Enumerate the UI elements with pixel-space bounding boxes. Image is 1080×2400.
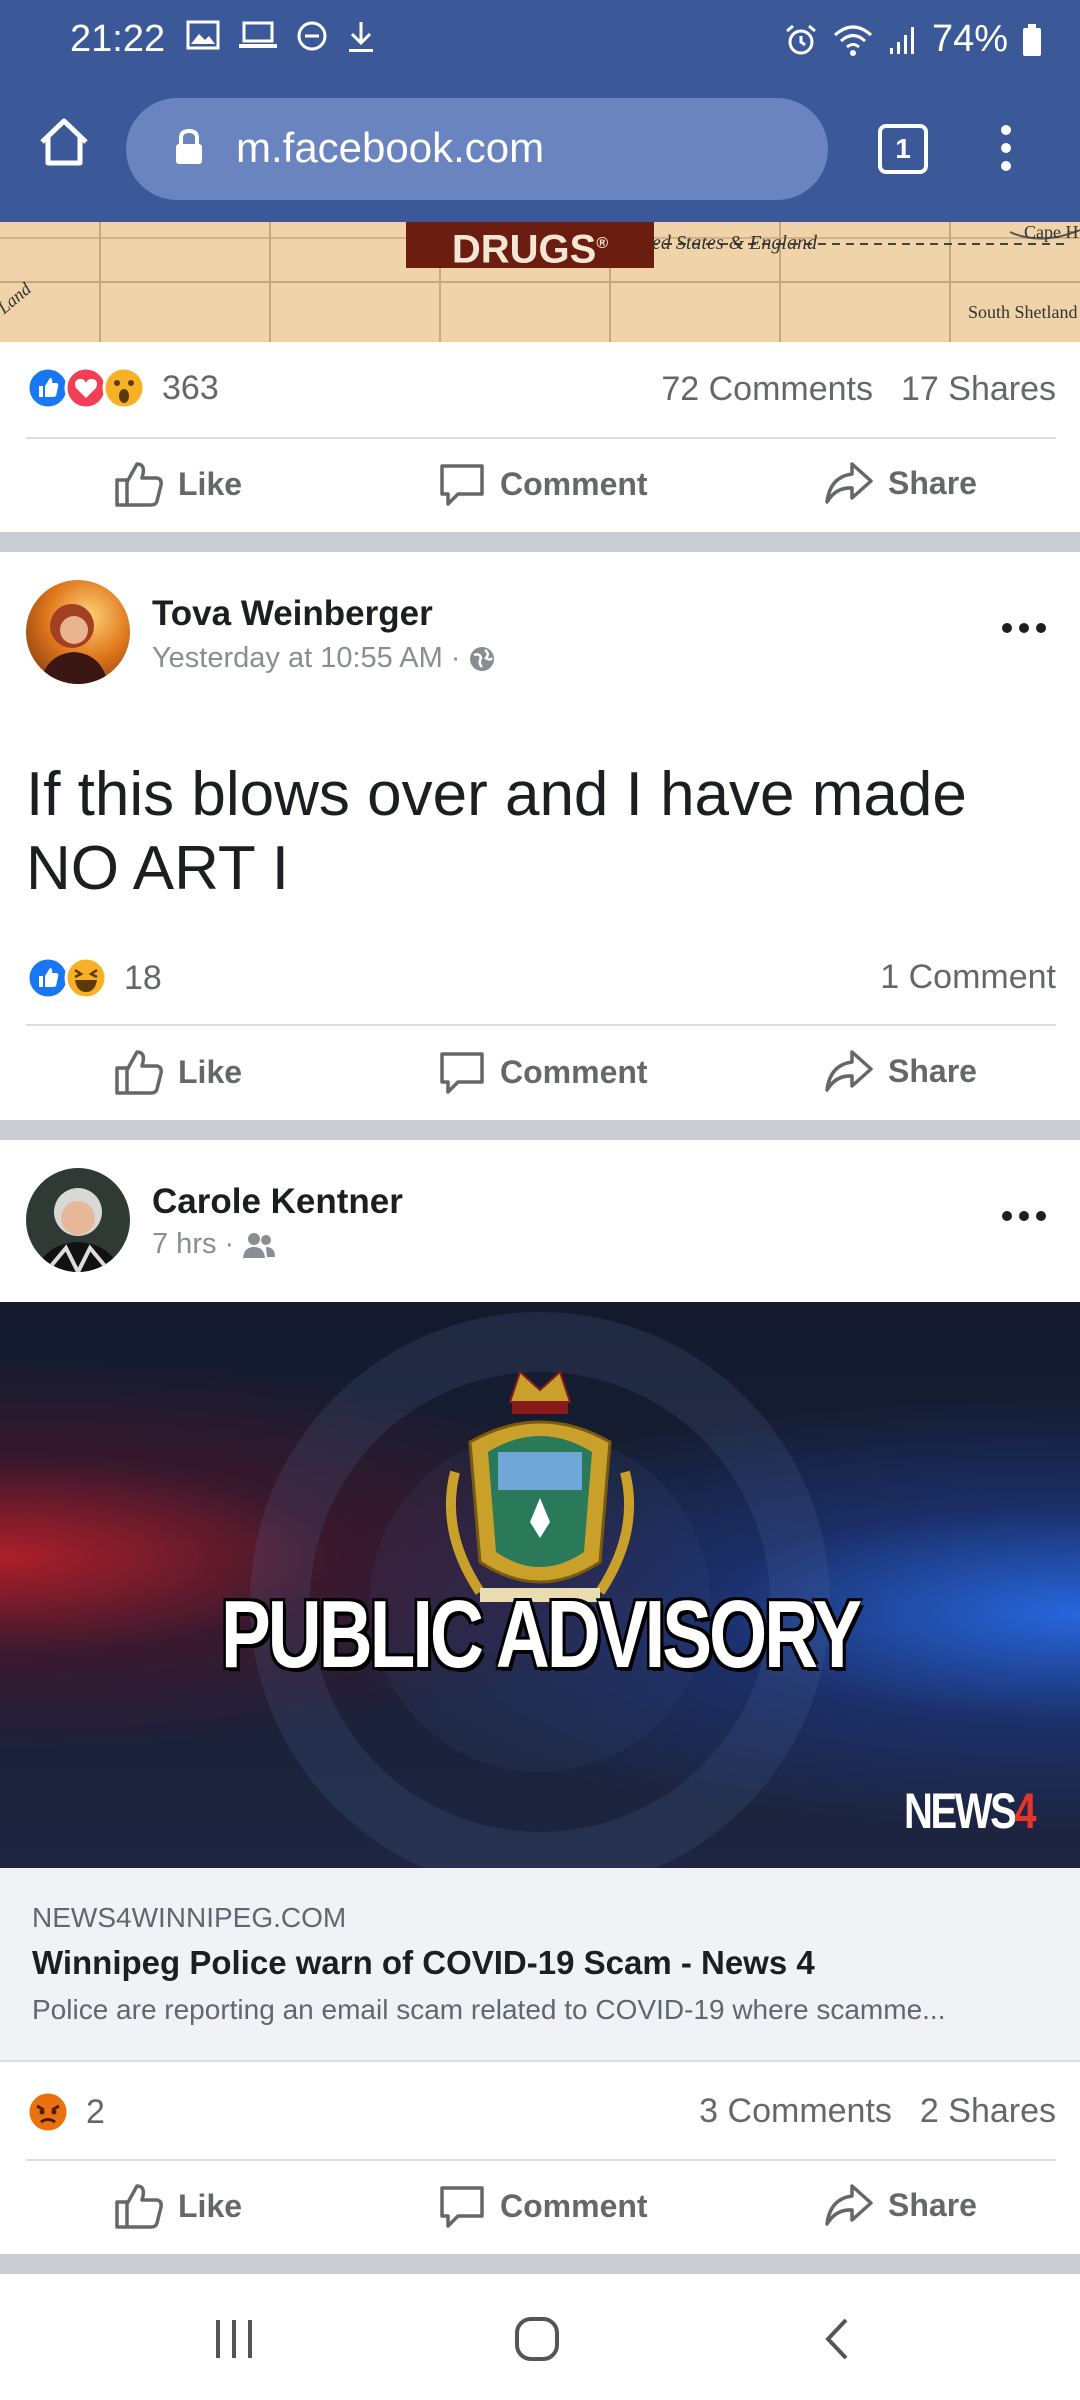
comment-icon xyxy=(440,1052,484,1094)
comments-count[interactable]: 3 Comments xyxy=(699,2092,892,2131)
tabs-icon[interactable]: 1 xyxy=(878,124,928,174)
wifi-icon xyxy=(833,25,872,56)
friends-icon xyxy=(243,1232,276,1258)
comments-count[interactable]: 1 Comment xyxy=(880,958,1056,997)
status-time: 21:22 xyxy=(70,18,166,60)
share-label: Share xyxy=(888,464,977,501)
url-text[interactable]: m.facebook.com xyxy=(236,124,544,172)
reaction-count: 2 xyxy=(86,2092,105,2131)
more-icon[interactable] xyxy=(1000,600,1048,645)
angry-reaction-icon xyxy=(26,2090,70,2134)
lock-icon xyxy=(176,128,202,164)
avatar[interactable] xyxy=(26,580,130,684)
comment-button[interactable]: Comment xyxy=(438,460,648,508)
post-meta[interactable]: 7 hrs · xyxy=(152,1228,276,1261)
divider xyxy=(26,2159,1056,2161)
post-separator xyxy=(0,1120,1080,1140)
share-button[interactable]: Share xyxy=(824,1048,977,1094)
post1-reactions[interactable]: 363 xyxy=(26,366,219,410)
status-icons-left xyxy=(186,20,376,54)
wow-reaction-icon xyxy=(102,366,146,410)
dnd-icon xyxy=(297,21,327,51)
map-text-states: ed States & England xyxy=(652,232,817,254)
battery-icon xyxy=(1023,23,1041,56)
back-icon[interactable] xyxy=(822,2316,852,2362)
post-time[interactable]: Yesterday at 10:55 AM · xyxy=(152,642,460,675)
post-text: If this blows over and I have made NO AR… xyxy=(26,760,967,903)
image-headline: PUBLIC ADVISORY xyxy=(220,1581,862,1688)
alarm-icon xyxy=(785,24,816,54)
shares-count[interactable]: 2 Shares xyxy=(920,2092,1056,2131)
like-button[interactable]: Like xyxy=(114,1048,242,1096)
like-icon xyxy=(115,462,163,507)
post1-image[interactable]: DRUGS® ed States & England Cape H South … xyxy=(0,222,1080,342)
share-icon xyxy=(825,1050,873,1092)
signal-icon xyxy=(889,26,914,54)
home-nav-icon[interactable] xyxy=(514,2316,560,2362)
more-icon[interactable] xyxy=(1000,1188,1048,1233)
like-label: Like xyxy=(178,465,243,502)
map-text-south: South Shetland xyxy=(968,302,1078,322)
home-icon[interactable] xyxy=(38,116,90,168)
divider xyxy=(26,437,1056,439)
like-button[interactable]: Like xyxy=(114,460,242,508)
laptop-icon xyxy=(239,21,277,48)
like-label: Like xyxy=(178,2187,243,2224)
comment-icon xyxy=(440,2186,484,2228)
reaction-count: 363 xyxy=(162,368,219,407)
comments-count[interactable]: 72 Comments xyxy=(661,370,873,409)
like-label: Like xyxy=(178,1053,243,1090)
news4-logo: NEWS4 xyxy=(904,1783,1037,1839)
like-button[interactable]: Like xyxy=(114,2182,242,2230)
post3-reactions[interactable]: 2 xyxy=(26,2090,105,2134)
map-text-cape: Cape H xyxy=(1024,222,1079,242)
image-icon xyxy=(186,20,220,50)
globe-icon xyxy=(470,646,495,671)
kebab-icon[interactable] xyxy=(998,124,1014,172)
comment-button[interactable]: Comment xyxy=(438,2182,648,2230)
author-name[interactable]: Tova Weinberger xyxy=(152,594,433,634)
link-domain: NEWS4WINNIPEG.COM xyxy=(32,1902,347,1933)
recents-icon[interactable] xyxy=(212,2318,256,2360)
post1-stats[interactable]: 72 Comments 17 Shares xyxy=(661,370,1056,409)
comment-button[interactable]: Comment xyxy=(438,1048,648,1096)
comment-icon xyxy=(440,464,484,506)
avatar-person xyxy=(40,604,108,684)
divider xyxy=(0,2060,1080,2062)
share-button[interactable]: Share xyxy=(824,2182,977,2228)
status-right: 74% xyxy=(784,18,1042,61)
share-icon xyxy=(825,2184,873,2226)
shares-count[interactable]: 17 Shares xyxy=(901,370,1056,409)
divider xyxy=(26,1024,1056,1026)
reaction-count: 18 xyxy=(124,958,162,997)
like-icon xyxy=(115,2184,163,2229)
comment-label: Comment xyxy=(500,465,648,502)
avatar[interactable] xyxy=(26,1168,130,1272)
link-title[interactable]: Winnipeg Police warn of COVID-19 Scam - … xyxy=(32,1944,815,1982)
link-description: Police are reporting an email scam relat… xyxy=(32,1994,946,2025)
comment-label: Comment xyxy=(500,2187,648,2224)
link-image[interactable]: PUBLIC ADVISORY NEWS4 xyxy=(0,1302,1080,1868)
post-separator xyxy=(0,532,1080,552)
share-button[interactable]: Share xyxy=(824,460,977,506)
share-icon xyxy=(825,462,873,504)
post-time[interactable]: 7 hrs · xyxy=(152,1228,234,1261)
haha-reaction-icon xyxy=(64,956,108,1000)
download-icon xyxy=(349,22,373,52)
share-label: Share xyxy=(888,2186,977,2223)
battery-percent: 74% xyxy=(931,18,1008,60)
like-icon xyxy=(115,1050,163,1095)
map-label: DRUGS® xyxy=(406,222,654,271)
author-name[interactable]: Carole Kentner xyxy=(152,1182,403,1222)
share-label: Share xyxy=(888,1052,977,1089)
system-nav-bar xyxy=(0,2276,1080,2400)
avatar-person xyxy=(36,1188,120,1272)
post3-stats[interactable]: 3 Comments 2 Shares xyxy=(699,2092,1056,2131)
comment-label: Comment xyxy=(500,1053,648,1090)
post-meta[interactable]: Yesterday at 10:55 AM · xyxy=(152,642,496,675)
post-separator xyxy=(0,2254,1080,2274)
post2-reactions[interactable]: 18 xyxy=(26,956,162,1000)
